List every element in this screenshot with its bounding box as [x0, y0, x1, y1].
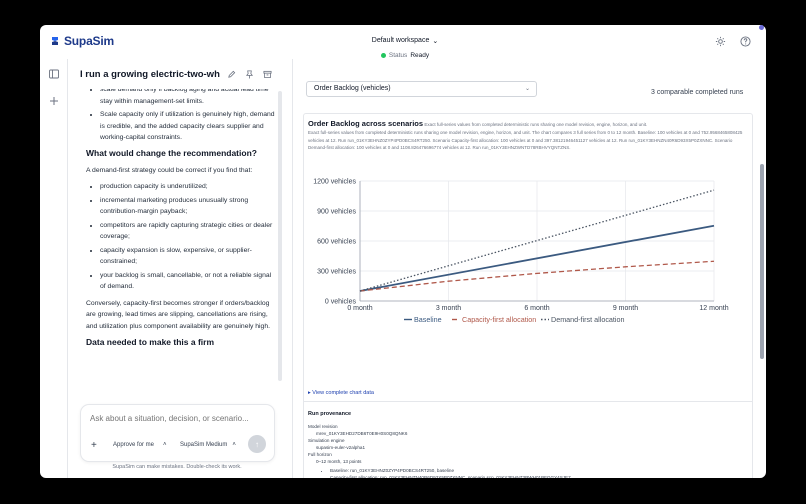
chevron-down-icon: ⌄: [524, 86, 530, 92]
change-bullet-list: production capacity is underutilized; inc…: [86, 181, 276, 293]
chart-legend: Baseline Capacity-first allocation Demand-…: [404, 315, 625, 324]
model-select[interactable]: SupaSim Medium ˄: [180, 442, 236, 448]
chart-description: Exact full-series values from completed …: [308, 129, 743, 151]
chevron-up-icon: ˄: [163, 442, 167, 448]
supasim-logo-icon: [52, 37, 58, 45]
y-axis-labels: 0 vehicles300 vehicles600 vehicles900 ve…: [313, 179, 356, 306]
archive-icon[interactable]: [263, 70, 272, 79]
left-rail: [40, 59, 68, 478]
status-label: Status: [388, 52, 408, 59]
view-chart-data-link[interactable]: ▸ View complete chart data: [308, 390, 374, 396]
workspace-switcher[interactable]: Default workspace ⌄ Status Ready: [340, 29, 470, 59]
sidebar-toggle-icon[interactable]: [49, 69, 59, 79]
provenance-run: Capacity-first allocation: run_01KY3EHNZ…: [330, 474, 748, 478]
gear-icon[interactable]: [715, 36, 726, 47]
change-bullet: incremental marketing produces unusually…: [100, 195, 276, 218]
message-composer: + Approve for me ˄ SupaSim Medium ˄ ↑: [80, 404, 275, 462]
chat-panel: I run a growing electric-two-wh... scale…: [68, 59, 286, 478]
legend-label: Baseline: [414, 315, 442, 324]
legend-label: Demand-first allocation: [551, 315, 625, 324]
run-provenance: Run provenance Model revision mrev_01KY3…: [308, 408, 748, 478]
disclaimer: SupaSim can make mistakes. Double-check …: [112, 464, 242, 470]
results-panel: Order Backlog (vehicles) ⌄ 3 comparable …: [292, 59, 766, 478]
panel-scrollbar[interactable]: [760, 164, 764, 359]
provenance-label: Full horizon: [308, 452, 332, 457]
chat-scrollbar[interactable]: [278, 91, 282, 381]
app-window: SupaSim Default workspace⌄ Status Ready: [40, 25, 766, 478]
workspace-name: Default workspace: [371, 37, 430, 44]
pin-icon[interactable]: [245, 70, 254, 79]
chevron-down-icon: ⌄: [432, 37, 439, 45]
message-paragraph: Conversely, capacity-first becomes stron…: [86, 299, 271, 330]
x-tick-label: 3 month: [436, 305, 461, 312]
brand-logo[interactable]: SupaSim: [50, 34, 114, 48]
provenance-title: Run provenance: [308, 411, 352, 417]
y-tick-label: 1200 vehicles: [313, 179, 356, 186]
change-bullet: your backlog is small, cancellable, or n…: [100, 270, 276, 293]
attach-plus-icon[interactable]: +: [91, 440, 97, 451]
status-value: Ready: [410, 52, 430, 59]
message-paragraph: A demand-first strategy could be correct…: [86, 166, 253, 174]
legend-label: Capacity-first allocation: [462, 315, 536, 324]
new-chat-plus-icon[interactable]: [49, 96, 59, 106]
window-indicator-dot: [759, 25, 764, 30]
chat-title: I run a growing electric-two-wh...: [80, 69, 220, 80]
message-bullet: Scale capacity only if utilization is ge…: [100, 109, 276, 144]
model-label: SupaSim Medium: [180, 442, 228, 448]
runs-count: 3 comparable completed runs: [651, 89, 744, 96]
divider: [304, 401, 752, 402]
approval-mode-label: Approve for me: [113, 442, 155, 448]
x-tick-label: 6 month: [524, 305, 549, 312]
provenance-value: 0–12 month, 13 points: [316, 459, 362, 464]
provenance-label: Simulation engine: [308, 438, 345, 443]
change-bullet: production capacity is underutilized;: [100, 181, 276, 193]
chart-title: Order Backlog across scenarios: [308, 119, 424, 128]
top-bar: SupaSim Default workspace ⌄ Status Ready: [40, 25, 766, 59]
provenance-runs: Baseline: run_01KY3EHNZ0ZYP4PD0BCS4RT250…: [308, 467, 748, 478]
chevron-up-icon: ˄: [232, 442, 236, 448]
chart-subtitle: Exact full-series values from completed …: [424, 122, 648, 127]
chart-card: Order Backlog across scenarios Exact ful…: [303, 113, 753, 478]
arrow-up-icon: ↑: [255, 439, 259, 449]
message-input[interactable]: [90, 414, 265, 423]
brand-name: SupaSim: [64, 34, 114, 48]
approval-mode-select[interactable]: Approve for me ˄: [113, 442, 167, 448]
provenance-run: Baseline: run_01KY3EHNZ0ZYP4PD0BCS4RT250…: [330, 467, 748, 474]
status-dot-icon: [380, 53, 386, 58]
provenance-value: mrev_01KY3EHD27DB6T0E9H0S0Q8QNK6: [316, 431, 408, 436]
y-tick-label: 900 vehicles: [317, 209, 356, 216]
y-tick-label: 300 vehicles: [317, 269, 356, 276]
chart-grid: [359, 180, 715, 302]
chat-messages: scale demand only if backlog aging and a…: [86, 89, 276, 424]
send-button[interactable]: ↑: [248, 435, 266, 453]
change-bullet: capacity expansion is slow, expensive, o…: [100, 245, 276, 268]
x-tick-label: 0 month: [347, 305, 372, 312]
line-chart: 0 vehicles300 vehicles600 vehicles900 ve…: [313, 179, 729, 325]
y-tick-label: 600 vehicles: [317, 239, 356, 246]
status-indicator: Status Ready: [340, 52, 470, 59]
section-heading: What would change the recommendation?: [86, 147, 257, 158]
provenance-value: supasim-euler-v2alpha1: [316, 445, 366, 450]
help-icon[interactable]: [740, 36, 751, 47]
edit-icon[interactable]: [227, 70, 236, 79]
metric-select-value: Order Backlog (vehicles): [314, 85, 391, 92]
change-bullet: competitors are rapidly capturing strate…: [100, 220, 276, 243]
provenance-label: Model revision: [308, 424, 338, 429]
x-axis-labels: 0 month 3 month 6 month 9 month 12 month: [347, 305, 728, 312]
x-tick-label: 9 month: [613, 305, 638, 312]
message-bullet: scale demand only if backlog aging and a…: [100, 89, 276, 107]
section-heading: Data needed to make this a firm: [86, 337, 215, 347]
x-tick-label: 12 month: [699, 305, 728, 312]
metric-select[interactable]: Order Backlog (vehicles) ⌄: [306, 81, 537, 97]
